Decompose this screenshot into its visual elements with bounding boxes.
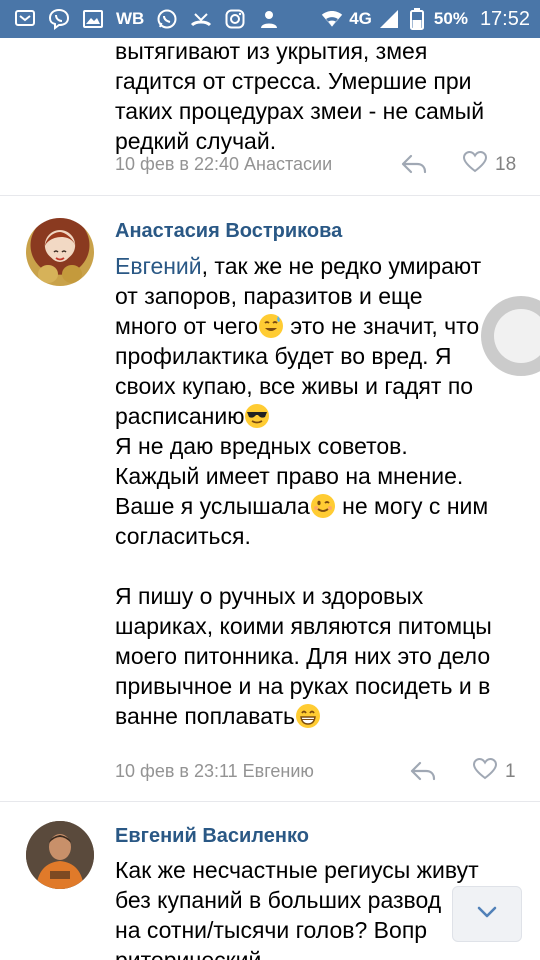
viber-icon (48, 8, 70, 30)
comment-text: Евгений, так же не редко умирают от запо… (115, 251, 525, 731)
text-line: моего питонника. Для них это дело (115, 643, 491, 669)
notification-icon (14, 8, 36, 30)
text-line: гадится от стресса. Умершие при (115, 68, 472, 94)
text-fragment: , так же не редко умирают (201, 253, 482, 279)
text-line: много от чего это не значит, что (115, 311, 525, 341)
like-button[interactable]: 18 (462, 150, 517, 179)
wifi-icon (321, 8, 343, 30)
comment-meta: 10 фев в 22:40 Анастасии 18 (115, 149, 525, 179)
text-fragment: это не значит, что (284, 313, 480, 339)
text-line: ванне поплавать (115, 701, 525, 731)
author-name[interactable]: Евгений Василенко (115, 825, 309, 848)
battery-icon (406, 8, 428, 30)
text-line: вытягивают из укрытия, змея (115, 38, 428, 64)
text-line: Как же несчастные региусы живут (115, 857, 479, 883)
text-line: Ваше я услышала не могу с ним (115, 491, 525, 521)
heart-icon (472, 757, 498, 786)
comment-text: вытягивают из укрытия, змея гадится от с… (115, 36, 525, 156)
text-line: своих купаю, все живы и гадят по (115, 373, 474, 399)
text-line: Каждый имеет право на мнение. (115, 463, 464, 489)
text-line: расписанию (115, 401, 525, 431)
gallery-icon (82, 8, 104, 30)
text-fragment: расписанию (115, 403, 245, 429)
battery-label: 50% (433, 9, 468, 28)
author-name[interactable]: Анастасия Вострикова (115, 220, 342, 243)
sunglasses-emoji-icon (244, 403, 270, 429)
avatar[interactable] (26, 218, 94, 286)
missed-call-icon (190, 8, 212, 30)
person-icon (258, 8, 280, 30)
grin-emoji-icon (295, 703, 321, 729)
network-label: 4G (349, 9, 372, 28)
text-line: Евгений, так же не редко умирают (115, 251, 525, 281)
text-fragment: не могу с ним (335, 493, 489, 519)
text-line: привычное и на руках посидеть и в (115, 673, 491, 699)
wink-emoji-icon (310, 493, 336, 519)
sweat-smile-emoji-icon (258, 313, 284, 339)
text-line: Я пишу о ручных и здоровых (115, 583, 424, 609)
status-bar: WB 4G 50% 17:52 (0, 0, 540, 38)
text-line: шариках, коими являются питомцы (115, 613, 492, 639)
whatsapp-icon (156, 8, 178, 30)
assistive-touch-inner (494, 309, 540, 363)
reply-icon[interactable] (400, 152, 428, 176)
avatar[interactable] (26, 821, 94, 889)
signal-icon (378, 8, 400, 30)
like-button[interactable]: 1 (472, 757, 516, 786)
text-fragment: ванне поплавать (115, 703, 296, 729)
mention-link[interactable]: Евгений (115, 253, 202, 279)
like-count: 18 (495, 154, 517, 175)
reply-icon[interactable] (409, 759, 437, 783)
chevron-down-icon (475, 904, 499, 925)
text-line: Я не даю вредных советов. (115, 433, 408, 459)
carrier-label: WB (116, 9, 145, 28)
comment-date[interactable]: 10 фев в 22:40 Анастасии (115, 154, 332, 175)
heart-icon (462, 150, 488, 179)
divider (0, 195, 540, 196)
like-count: 1 (505, 761, 516, 782)
comment-date[interactable]: 10 фев в 23:11 Евгению (115, 761, 314, 782)
text-line: от запоров, паразитов и еще (115, 283, 423, 309)
text-line: профилактика будет во вред. Я (115, 343, 452, 369)
comment-meta: 10 фев в 23:11 Евгению 1 (115, 756, 525, 786)
text-line: риторический (115, 947, 262, 960)
scroll-down-button[interactable] (452, 886, 522, 942)
text-fragment: Ваше я услышала (115, 493, 310, 519)
instagram-icon (224, 8, 246, 30)
text-fragment: много от чего (115, 313, 259, 339)
text-line: таких процедурах змеи - не самый (115, 98, 485, 124)
clock: 17:52 (479, 7, 530, 30)
text-line: согласиться. (115, 523, 251, 549)
divider (0, 801, 540, 802)
